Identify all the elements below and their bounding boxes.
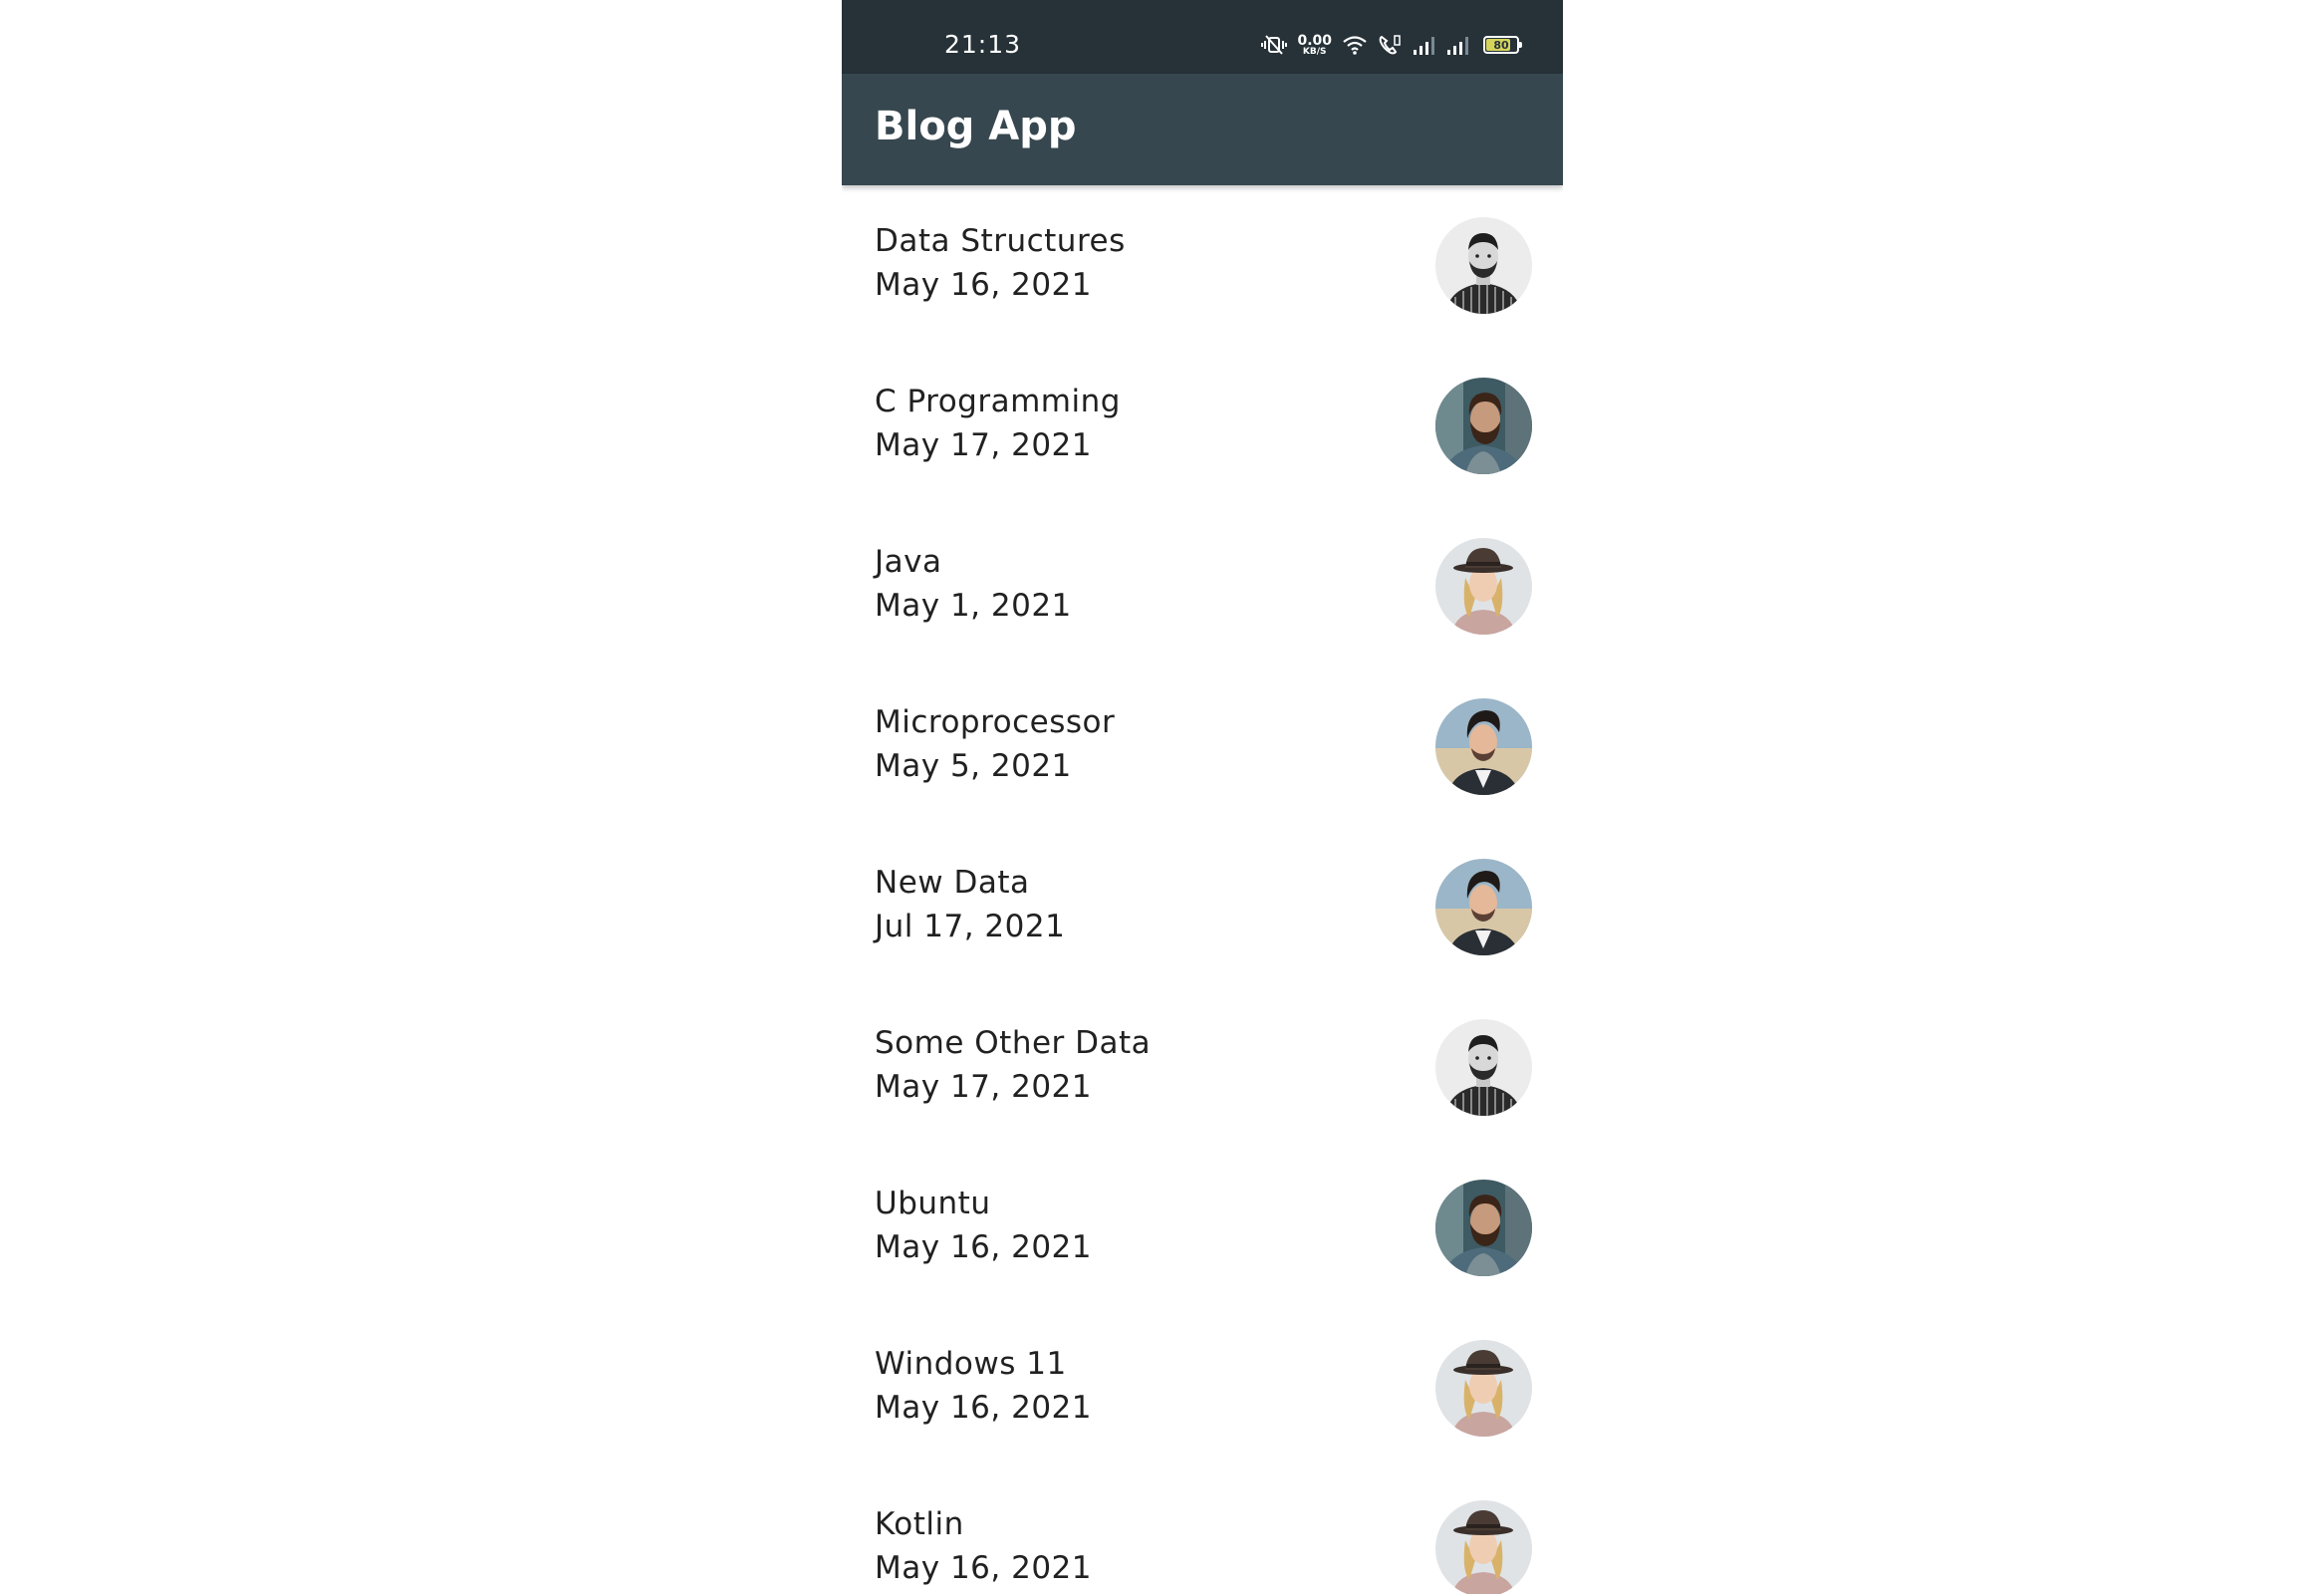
post-date: May 16, 2021 <box>875 1550 1092 1586</box>
post-text: Data Structures May 16, 2021 <box>875 219 1126 307</box>
post-title: Some Other Data <box>875 1025 1152 1061</box>
list-item[interactable]: New Data Jul 17, 2021 <box>842 827 1563 987</box>
net-speed-value: 0.00 <box>1297 32 1332 49</box>
avatar <box>1435 1340 1532 1437</box>
post-title: Microprocessor <box>875 704 1116 740</box>
battery-level: 80 <box>1493 38 1509 52</box>
list-item[interactable]: Some Other Data May 17, 2021 <box>842 987 1563 1148</box>
post-text: C Programming May 17, 2021 <box>875 380 1121 467</box>
post-list[interactable]: Data Structures May 16, 2021 C Programmi… <box>842 185 1563 1594</box>
list-item[interactable]: Java May 1, 2021 <box>842 506 1563 666</box>
post-title: Java <box>875 544 942 580</box>
avatar <box>1435 698 1532 795</box>
post-date: May 5, 2021 <box>875 748 1072 784</box>
list-item[interactable]: Ubuntu May 16, 2021 <box>842 1148 1563 1308</box>
post-date: May 17, 2021 <box>875 427 1092 463</box>
avatar <box>1435 217 1532 314</box>
wifi-icon <box>1342 34 1368 56</box>
list-item[interactable]: C Programming May 17, 2021 <box>842 346 1563 506</box>
avatar <box>1435 859 1532 955</box>
post-title: Ubuntu <box>875 1186 991 1221</box>
post-text: Some Other Data May 17, 2021 <box>875 1021 1151 1109</box>
post-text: Ubuntu May 16, 2021 <box>875 1182 1092 1269</box>
post-date: May 17, 2021 <box>875 1069 1092 1105</box>
battery-icon: 80 <box>1483 36 1522 54</box>
avatar <box>1435 378 1532 474</box>
post-text: New Data Jul 17, 2021 <box>875 861 1065 948</box>
post-date: May 1, 2021 <box>875 588 1072 624</box>
status-time: 21:13 <box>944 30 1022 59</box>
list-item[interactable]: Kotlin May 16, 2021 <box>842 1468 1563 1594</box>
post-date: May 16, 2021 <box>875 1229 1092 1265</box>
net-speed: 0.00 KB/S <box>1297 34 1332 57</box>
post-date: May 16, 2021 <box>875 267 1092 303</box>
mute-vibrate-icon <box>1261 34 1288 56</box>
net-speed-unit: KB/S <box>1302 46 1327 57</box>
post-title: Windows 11 <box>875 1346 1067 1382</box>
post-title: Kotlin <box>875 1506 964 1542</box>
post-title: C Programming <box>875 384 1121 419</box>
status-bar: 21:13 0.00 KB/S 80 <box>842 0 1563 74</box>
status-icons: 0.00 KB/S 80 <box>1261 30 1522 60</box>
list-item[interactable]: Windows 11 May 16, 2021 <box>842 1308 1563 1468</box>
post-text: Kotlin May 16, 2021 <box>875 1502 1092 1590</box>
post-title: New Data <box>875 865 1030 901</box>
signal-icon <box>1445 34 1469 56</box>
post-date: Jul 17, 2021 <box>875 909 1066 944</box>
post-text: Windows 11 May 16, 2021 <box>875 1342 1092 1430</box>
avatar <box>1435 1019 1532 1116</box>
post-date: May 16, 2021 <box>875 1390 1092 1426</box>
post-title: Data Structures <box>875 223 1126 259</box>
phone-screen: 21:13 0.00 KB/S 80 Blog App Data Structu… <box>842 0 1563 1594</box>
list-item[interactable]: Data Structures May 16, 2021 <box>842 185 1563 346</box>
avatar <box>1435 1180 1532 1276</box>
volte-call-icon <box>1378 34 1402 56</box>
list-item[interactable]: Microprocessor May 5, 2021 <box>842 666 1563 827</box>
post-text: Microprocessor May 5, 2021 <box>875 700 1115 788</box>
avatar <box>1435 538 1532 635</box>
signal-icon <box>1412 34 1435 56</box>
app-title: Blog App <box>875 104 1077 149</box>
avatar <box>1435 1500 1532 1594</box>
post-text: Java May 1, 2021 <box>875 540 1072 628</box>
app-bar: Blog App <box>842 74 1563 185</box>
